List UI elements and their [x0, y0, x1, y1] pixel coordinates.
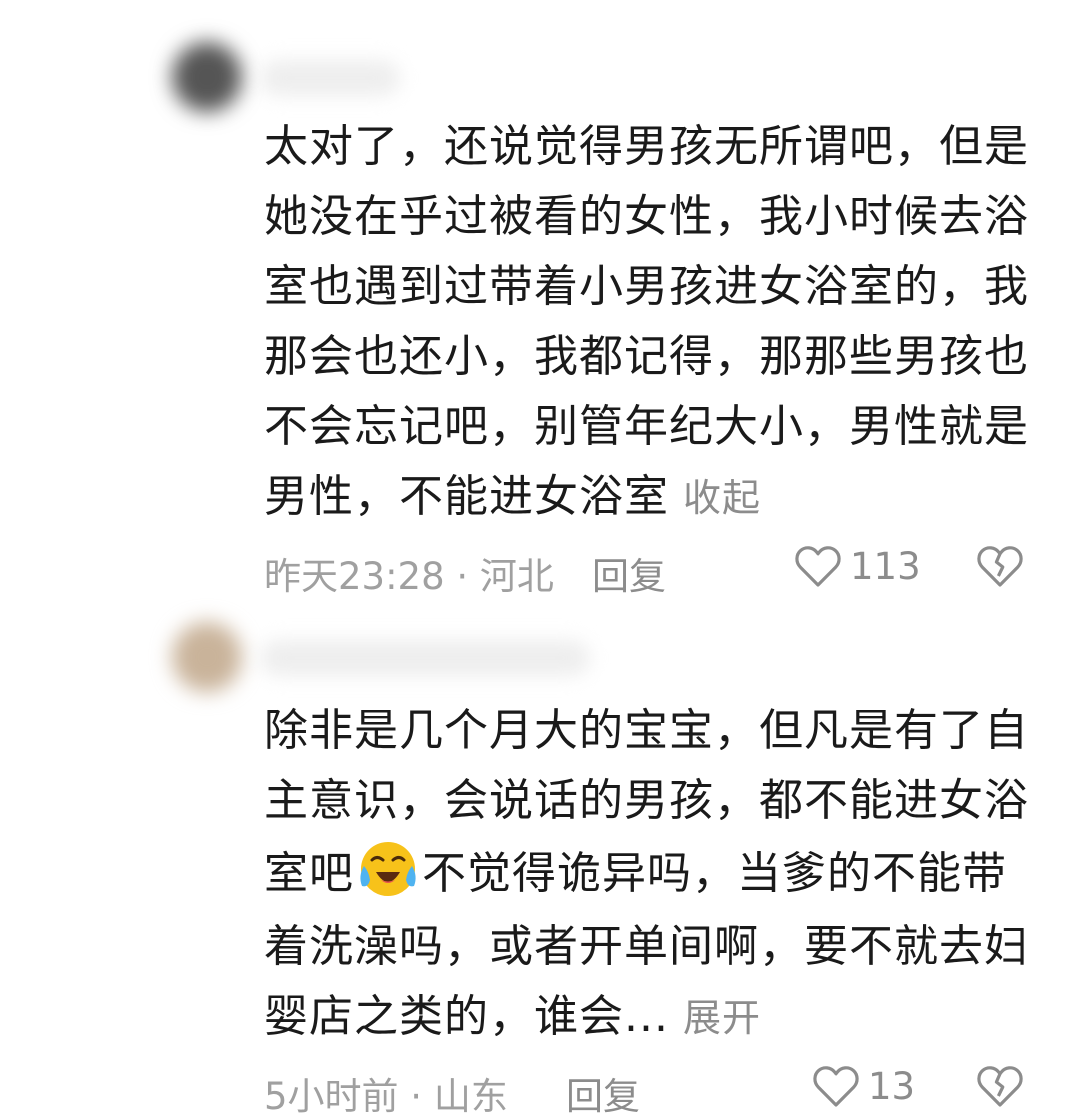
reply-button[interactable]: 回复	[592, 546, 666, 600]
broken-heart-icon	[977, 1066, 1023, 1107]
expand-button[interactable]: 展开	[683, 996, 761, 1040]
collapse-button[interactable]: 收起	[683, 476, 761, 520]
comment-text: 太对了，还说觉得男孩无所谓吧，但是 她没在乎过被看的女性，我小时候去浴 室也遇到…	[264, 112, 1044, 533]
like-count: 13	[868, 1064, 916, 1108]
comment-line: 婴店之类的，谁会... 展开	[264, 982, 1044, 1053]
like-button[interactable]: 13	[812, 1064, 915, 1108]
dislike-button[interactable]	[976, 1064, 1024, 1112]
username-blurred[interactable]	[260, 640, 590, 676]
broken-heart-icon	[977, 546, 1023, 587]
comment-line: 男性，不能进女浴室 收起	[264, 462, 1044, 533]
comment-line: 她没在乎过被看的女性，我小时候去浴	[264, 191, 1029, 242]
avatar[interactable]	[172, 622, 242, 692]
comment-line: 除非是几个月大的宝宝，但凡是有了自	[264, 705, 1029, 756]
comment-text: 除非是几个月大的宝宝，但凡是有了自 主意识，会说话的男孩，都不能进女浴 室吧 不…	[264, 696, 1044, 1053]
dislike-button[interactable]	[976, 544, 1024, 592]
comment-line-text: 不觉得诡异吗，当爹的不能带	[422, 848, 1007, 899]
comment-time-location: 5小时前 · 山东	[264, 1075, 508, 1118]
comment-line: 主意识，会说话的男孩，都不能进女浴	[264, 775, 1029, 826]
reply-button[interactable]: 回复	[566, 1066, 640, 1120]
comment-line: 不会忘记吧，别管年纪大小，男性就是	[264, 401, 1029, 452]
heart-outline-icon	[813, 1066, 859, 1107]
comment-line-text: 男性，不能进女浴室	[264, 471, 669, 522]
avatar[interactable]	[172, 42, 242, 112]
comment-line: 那会也还小，我都记得，那那些男孩也	[264, 331, 1029, 382]
comment-line: 室也遇到过带着小男孩进女浴室的，我	[264, 261, 1029, 312]
like-button[interactable]: 113	[794, 544, 921, 588]
comment-line-text: 婴店之类的，谁会...	[264, 991, 669, 1042]
comment-line: 着洗澡吗，或者开单间啊，要不就去妇	[264, 921, 1029, 972]
comment-time-location: 昨天23:28 · 河北	[264, 555, 554, 598]
like-count: 113	[850, 544, 921, 588]
comment-line-text: 室吧	[264, 848, 354, 899]
comment-line: 室吧 不觉得诡异吗，当爹的不能带	[264, 836, 1044, 912]
crying-laughing-emoji-icon	[360, 842, 416, 896]
heart-outline-icon	[795, 546, 841, 587]
comment-line: 太对了，还说觉得男孩无所谓吧，但是	[264, 121, 1029, 172]
username-blurred[interactable]	[260, 60, 400, 96]
